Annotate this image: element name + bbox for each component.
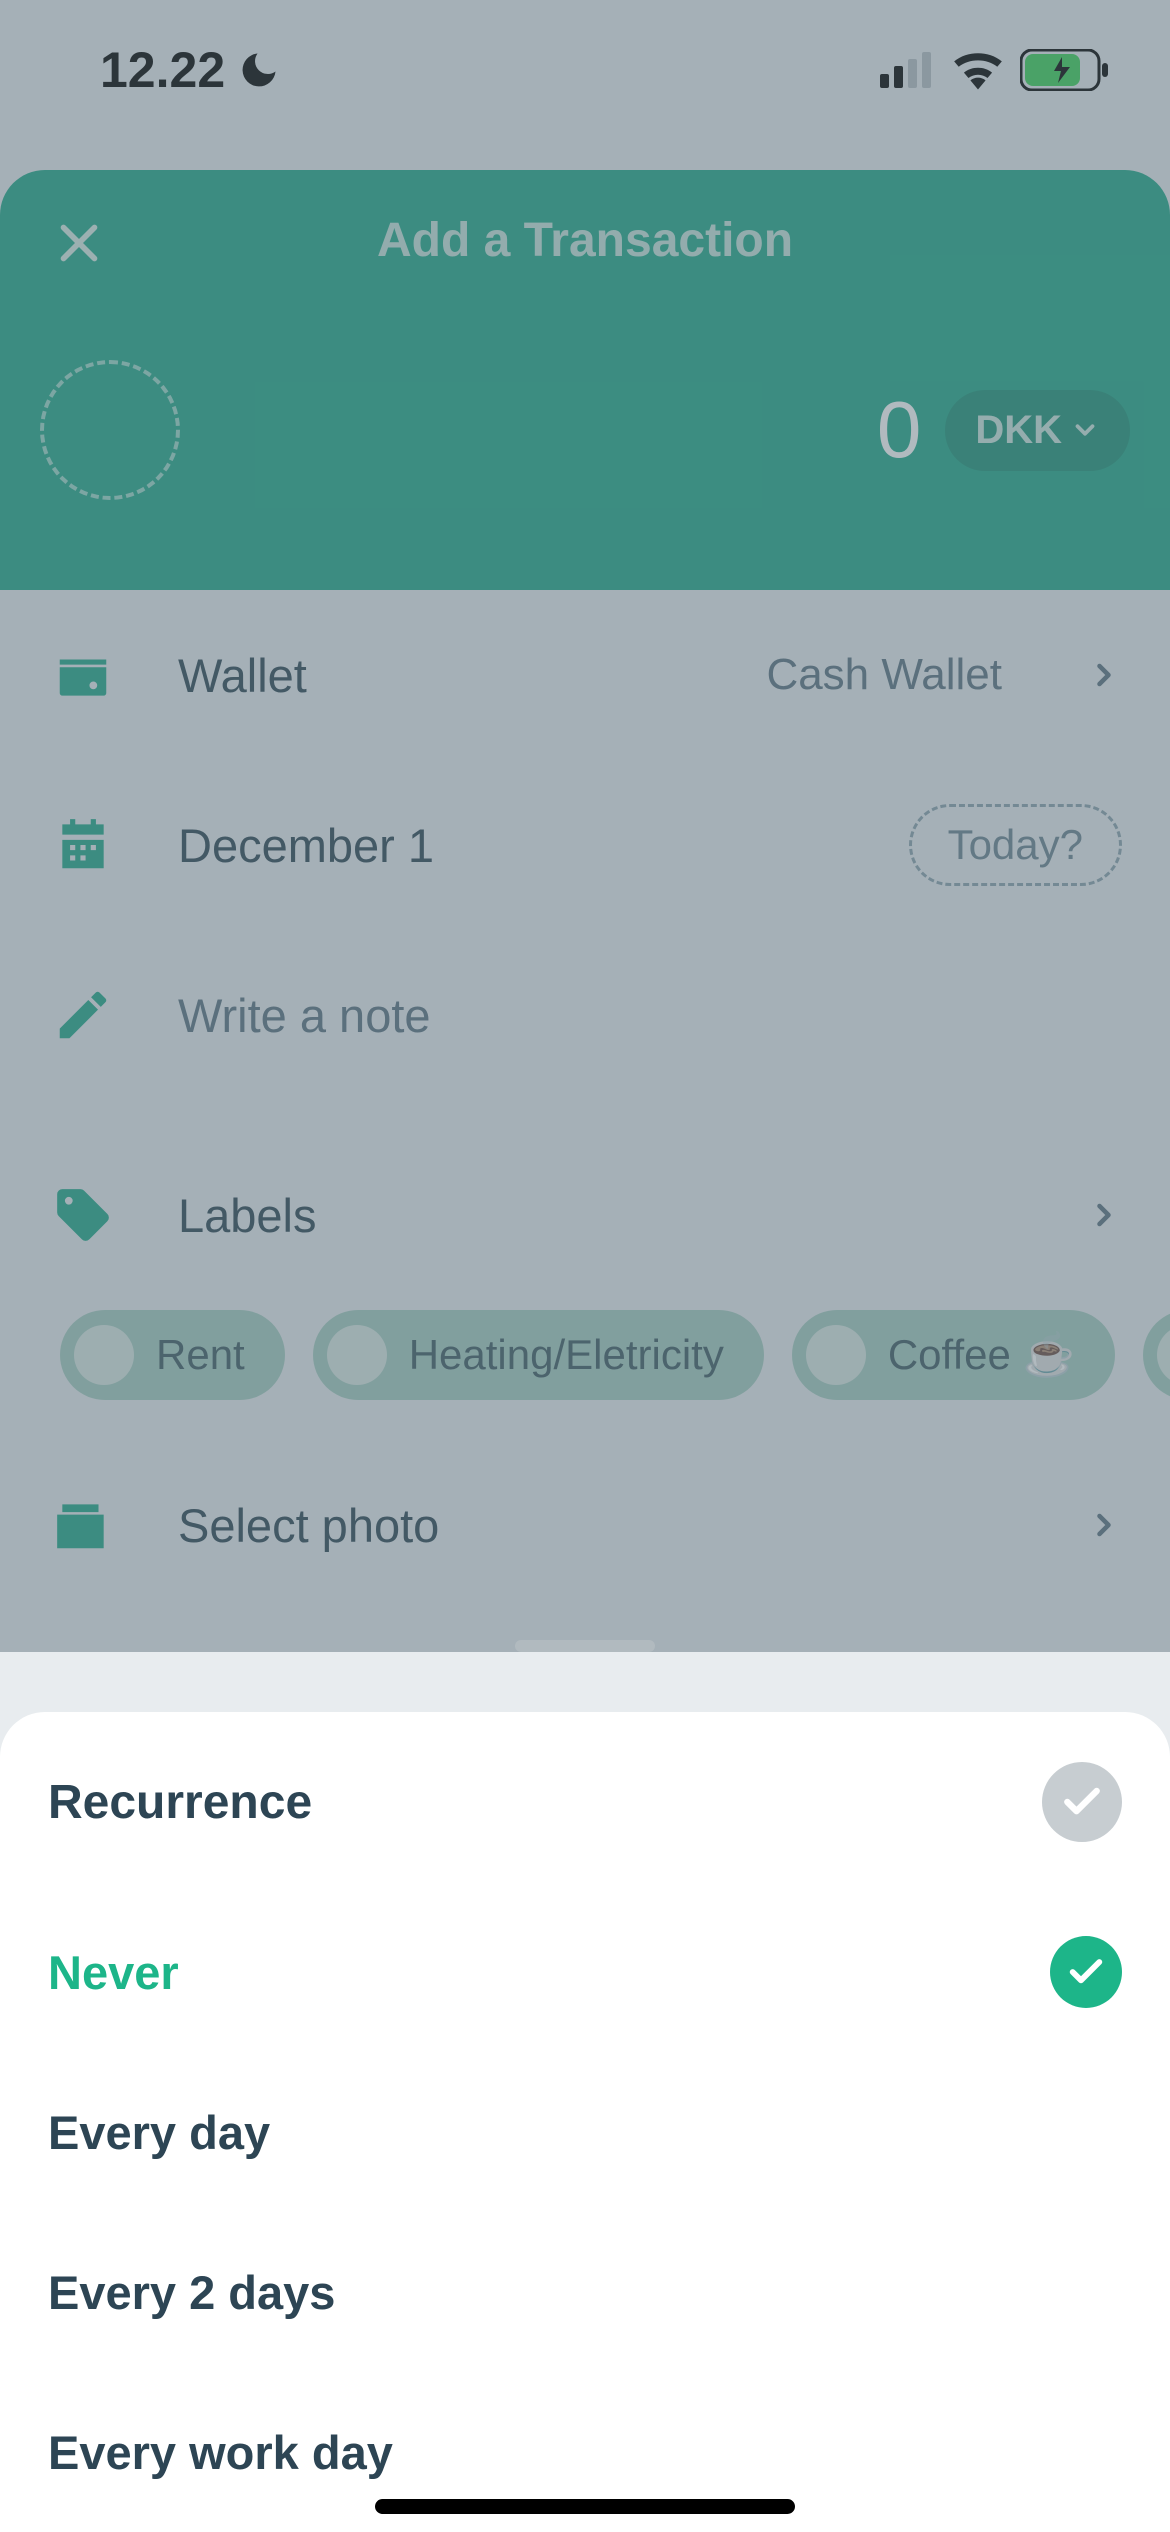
recurrence-option-every-2-days[interactable]: Every 2 days <box>48 2212 1122 2372</box>
status-bar: 12.22 <box>0 0 1170 140</box>
calendar-icon <box>52 814 114 876</box>
sheet-title: Recurrence <box>48 1775 312 1830</box>
chevron-right-icon <box>1086 1507 1122 1543</box>
sheet-drag-handle[interactable] <box>515 1640 655 1652</box>
chevron-down-icon <box>1070 415 1100 445</box>
chip-radio-icon <box>806 1325 866 1385</box>
currency-selector[interactable]: DKK <box>945 390 1130 471</box>
recurrence-option-never[interactable]: Never <box>48 1892 1122 2052</box>
wallet-row[interactable]: Wallet Cash Wallet <box>0 590 1170 760</box>
labels-label: Labels <box>178 1188 1026 1243</box>
photo-label: Select photo <box>178 1498 1026 1553</box>
label-chip[interactable]: Coffee ☕ <box>792 1310 1115 1400</box>
transaction-header: Add a Transaction 0 DKK <box>0 170 1170 590</box>
category-picker-placeholder[interactable] <box>40 360 180 500</box>
wallet-value: Cash Wallet <box>766 650 1002 700</box>
photo-row[interactable]: Select photo <box>0 1440 1170 1610</box>
currency-label: DKK <box>975 408 1062 453</box>
label-chips-row[interactable]: Rent Heating/Eletricity Coffee ☕ W <box>0 1300 1170 1440</box>
label-chip[interactable]: Heating/Eletricity <box>313 1310 764 1400</box>
chevron-right-icon <box>1086 1197 1122 1233</box>
screen-title: Add a Transaction <box>377 213 793 268</box>
recurrence-option-every-day[interactable]: Every day <box>48 2052 1122 2212</box>
chip-label: Coffee ☕ <box>888 1331 1075 1380</box>
chevron-right-icon <box>1086 657 1122 693</box>
transaction-form: Wallet Cash Wallet December 1 Today? Wri… <box>0 590 1170 1652</box>
date-label: December 1 <box>178 818 849 873</box>
battery-charging-icon <box>1020 49 1110 91</box>
close-icon[interactable] <box>48 212 110 274</box>
clock-time: 12.22 <box>100 41 225 99</box>
labels-row[interactable]: Labels <box>0 1130 1170 1300</box>
label-chip[interactable]: Rent <box>60 1310 285 1400</box>
chip-radio-icon <box>1157 1325 1170 1385</box>
chip-radio-icon <box>74 1325 134 1385</box>
option-label: Every work day <box>48 2425 393 2480</box>
chip-label: Heating/Eletricity <box>409 1331 724 1379</box>
wallet-label: Wallet <box>178 648 706 703</box>
tag-icon <box>52 1184 114 1246</box>
status-time: 12.22 <box>100 41 281 99</box>
wallet-icon <box>52 644 114 706</box>
chip-label: Rent <box>156 1331 245 1379</box>
note-placeholder: Write a note <box>178 988 1122 1043</box>
cellular-signal-icon <box>880 52 936 88</box>
amount-value[interactable]: 0 <box>877 384 922 476</box>
option-label: Every day <box>48 2105 270 2160</box>
chip-radio-icon <box>327 1325 387 1385</box>
selected-check-icon <box>1050 1936 1122 2008</box>
today-hint-button[interactable]: Today? <box>909 804 1122 886</box>
option-label: Never <box>48 1945 179 2000</box>
check-icon <box>1060 1780 1104 1824</box>
date-row[interactable]: December 1 Today? <box>0 760 1170 930</box>
wifi-icon <box>952 50 1004 90</box>
sheet-confirm-button[interactable] <box>1042 1762 1122 1842</box>
note-row[interactable]: Write a note <box>0 930 1170 1100</box>
label-chip[interactable]: W <box>1143 1310 1170 1400</box>
photo-icon <box>52 1494 114 1556</box>
option-label: Every 2 days <box>48 2265 335 2320</box>
home-indicator[interactable] <box>375 2499 795 2514</box>
pencil-icon <box>52 984 114 1046</box>
moon-icon <box>237 48 281 92</box>
recurrence-sheet: Recurrence Never Every day Every 2 days … <box>0 1712 1170 2532</box>
